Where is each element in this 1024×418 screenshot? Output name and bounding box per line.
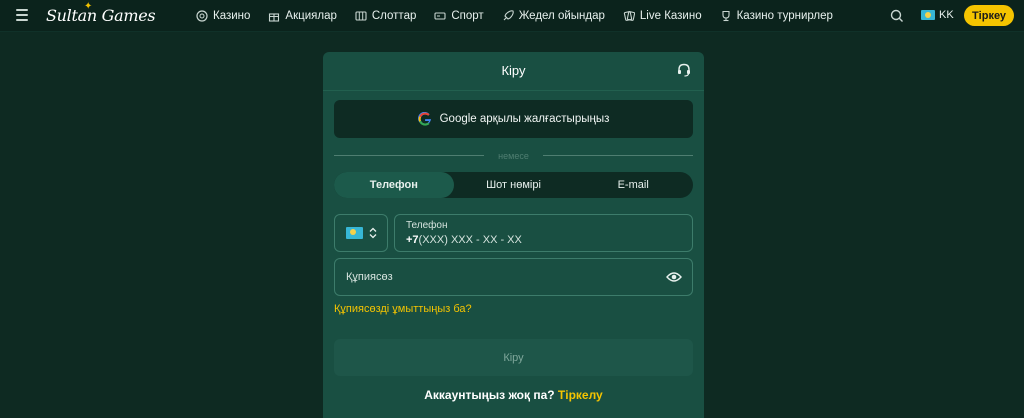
- star-icon: ✦: [84, 1, 93, 12]
- menu-icon[interactable]: [16, 9, 28, 21]
- language-code: KK: [939, 9, 954, 21]
- separator-line-right: [543, 155, 693, 156]
- modal-header-divider: [323, 90, 704, 91]
- login-method-tabs: Телефон Шот нөмірі E-mail: [334, 172, 693, 198]
- nav-item-tournaments[interactable]: Казино турнирлер: [720, 10, 833, 22]
- password-placeholder: Құпиясөз: [346, 271, 393, 283]
- forgot-password-link[interactable]: Құпиясөзді ұмыттыңыз ба?: [334, 303, 472, 315]
- casino-chip-icon: [196, 10, 208, 22]
- language-selector[interactable]: KK: [921, 9, 954, 21]
- tab-email[interactable]: E-mail: [573, 172, 693, 198]
- modal-title: Кіру: [501, 63, 526, 78]
- nav-item-sport[interactable]: Спорт: [434, 10, 484, 22]
- nav-item-slots[interactable]: Слоттар: [355, 10, 416, 22]
- trophy-icon: [722, 10, 730, 22]
- or-text: немесе: [498, 151, 529, 161]
- tab-account-number[interactable]: Шот нөмірі: [454, 172, 574, 198]
- nav-item-label: Live Казино: [639, 10, 702, 22]
- no-account-text: Аккаунтыңыз жоқ па?: [424, 388, 555, 402]
- login-submit-button[interactable]: Кіру: [334, 339, 693, 376]
- site-logo[interactable]: Sultan Games ✦: [46, 1, 156, 25]
- nav-item-fast-games[interactable]: Жедел ойындар: [502, 10, 605, 22]
- google-login-button[interactable]: Google арқылы жалғастырыңыз: [334, 100, 693, 138]
- support-headset-icon[interactable]: [676, 62, 692, 78]
- main-nav: Казино Акциялар Слоттар Спорт Жедел ойын…: [196, 0, 833, 32]
- kazakhstan-flag-icon: [345, 227, 363, 239]
- ticket-icon: [434, 12, 446, 20]
- nav-item-label: Спорт: [451, 10, 484, 22]
- phone-input[interactable]: Телефон +7(XXX) XXX - XX - XX: [394, 214, 693, 252]
- logo-text: Sultan Games: [46, 6, 156, 25]
- nav-item-casino[interactable]: Казино: [196, 10, 250, 22]
- slot-machine-icon: [355, 11, 367, 21]
- password-input[interactable]: Құпиясөз: [334, 258, 693, 296]
- nav-item-label: Казино: [213, 10, 251, 22]
- gift-icon: [269, 13, 280, 22]
- google-button-label: Google арқылы жалғастырыңыз: [439, 113, 610, 125]
- eye-icon[interactable]: [666, 270, 682, 284]
- or-separator: немесе: [334, 151, 693, 164]
- tab-phone[interactable]: Телефон: [334, 172, 454, 198]
- no-account-row: Аккаунтыңыз жоқ па? Тіркелу: [323, 388, 704, 402]
- nav-item-live-casino[interactable]: Live Казино: [623, 10, 702, 22]
- rocket-icon: [503, 10, 514, 21]
- nav-item-label: Акциялар: [285, 10, 337, 22]
- signup-link[interactable]: Тіркелу: [558, 388, 603, 402]
- nav-item-label: Казино турнирлер: [736, 10, 833, 22]
- kazakhstan-flag-icon: [921, 10, 935, 20]
- login-modal: Кіру Google арқылы жалғастырыңыз немесе …: [323, 52, 704, 418]
- top-navigation-bar: Sultan Games ✦ Казино Акциялар Слоттар С…: [0, 0, 1024, 32]
- nav-item-promotions[interactable]: Акциялар: [268, 10, 337, 22]
- nav-item-label: Жедел ойындар: [518, 10, 605, 22]
- phone-prefix: +7: [406, 234, 419, 246]
- phone-mask: (XXX) XXX - XX - XX: [418, 234, 522, 246]
- country-code-select[interactable]: [334, 214, 388, 252]
- search-icon[interactable]: [889, 8, 905, 24]
- google-icon: [417, 112, 431, 126]
- live-cards-icon: [623, 11, 635, 21]
- nav-item-label: Слоттар: [371, 10, 417, 22]
- phone-field-label: Телефон: [406, 220, 448, 231]
- register-button[interactable]: Тіркеу: [964, 5, 1014, 26]
- phone-field-value: +7(XXX) XXX - XX - XX: [406, 234, 681, 246]
- chevron-up-down-icon: [369, 227, 376, 239]
